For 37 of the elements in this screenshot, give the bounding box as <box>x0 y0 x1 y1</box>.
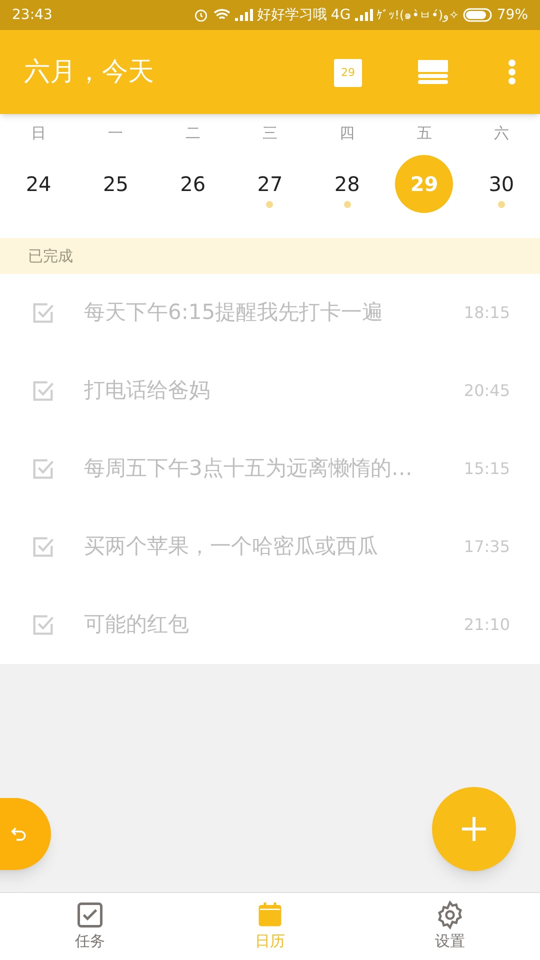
alarm-icon <box>192 7 209 23</box>
weekday-label: 三 <box>262 123 278 144</box>
battery-percent: 79% <box>496 6 528 24</box>
task-title: 每天下午6:15提醒我先打卡一遍 <box>84 299 384 326</box>
view-list-icon[interactable] <box>418 60 448 84</box>
app-title: 六月，今天 <box>24 56 155 88</box>
weekday-label: 日 <box>31 123 46 144</box>
plus-icon <box>461 816 487 842</box>
day-cell[interactable]: 25 <box>86 154 145 212</box>
weekday-label: 二 <box>185 123 200 144</box>
weekday-label: 六 <box>494 123 509 144</box>
task-title: 可能的红包 <box>84 611 190 638</box>
weekday-label: 五 <box>416 123 432 144</box>
nav-tab[interactable]: 任务 <box>0 893 180 960</box>
battery-icon <box>462 8 493 22</box>
day-cell[interactable]: 28 <box>318 154 376 212</box>
network-type: 4G <box>330 6 351 24</box>
signal-icon <box>354 9 373 21</box>
weekday-label: 四 <box>340 123 355 144</box>
day-cell[interactable]: 26 <box>164 154 222 212</box>
carrier-nickname: ｹﾞｯ!(๑•̀ㅂ•́)و✧ <box>376 7 459 24</box>
signal-icon <box>234 9 253 21</box>
task-title: 每周五下午3点十五为远离懒惰的… <box>84 455 414 482</box>
status-time: 23:43 <box>12 6 52 24</box>
more-icon[interactable] <box>508 59 516 85</box>
task-title: 买两个苹果，一个哈密瓜或西瓜 <box>84 533 379 560</box>
checkbox-icon <box>75 900 105 930</box>
section-header: 已完成 <box>28 246 73 267</box>
day-cell[interactable]: 27 <box>240 154 299 212</box>
day-cell[interactable]: 24 <box>10 154 68 212</box>
day-cell[interactable]: 30 <box>472 154 530 212</box>
settings-icon <box>435 900 465 930</box>
wifi-icon <box>212 8 231 22</box>
task-title: 打电话给爸妈 <box>84 377 211 404</box>
carrier-name: 好好学习哦 <box>256 6 327 24</box>
nav-tab[interactable]: 设置 <box>360 893 540 960</box>
weekday-label: 一 <box>108 123 124 144</box>
